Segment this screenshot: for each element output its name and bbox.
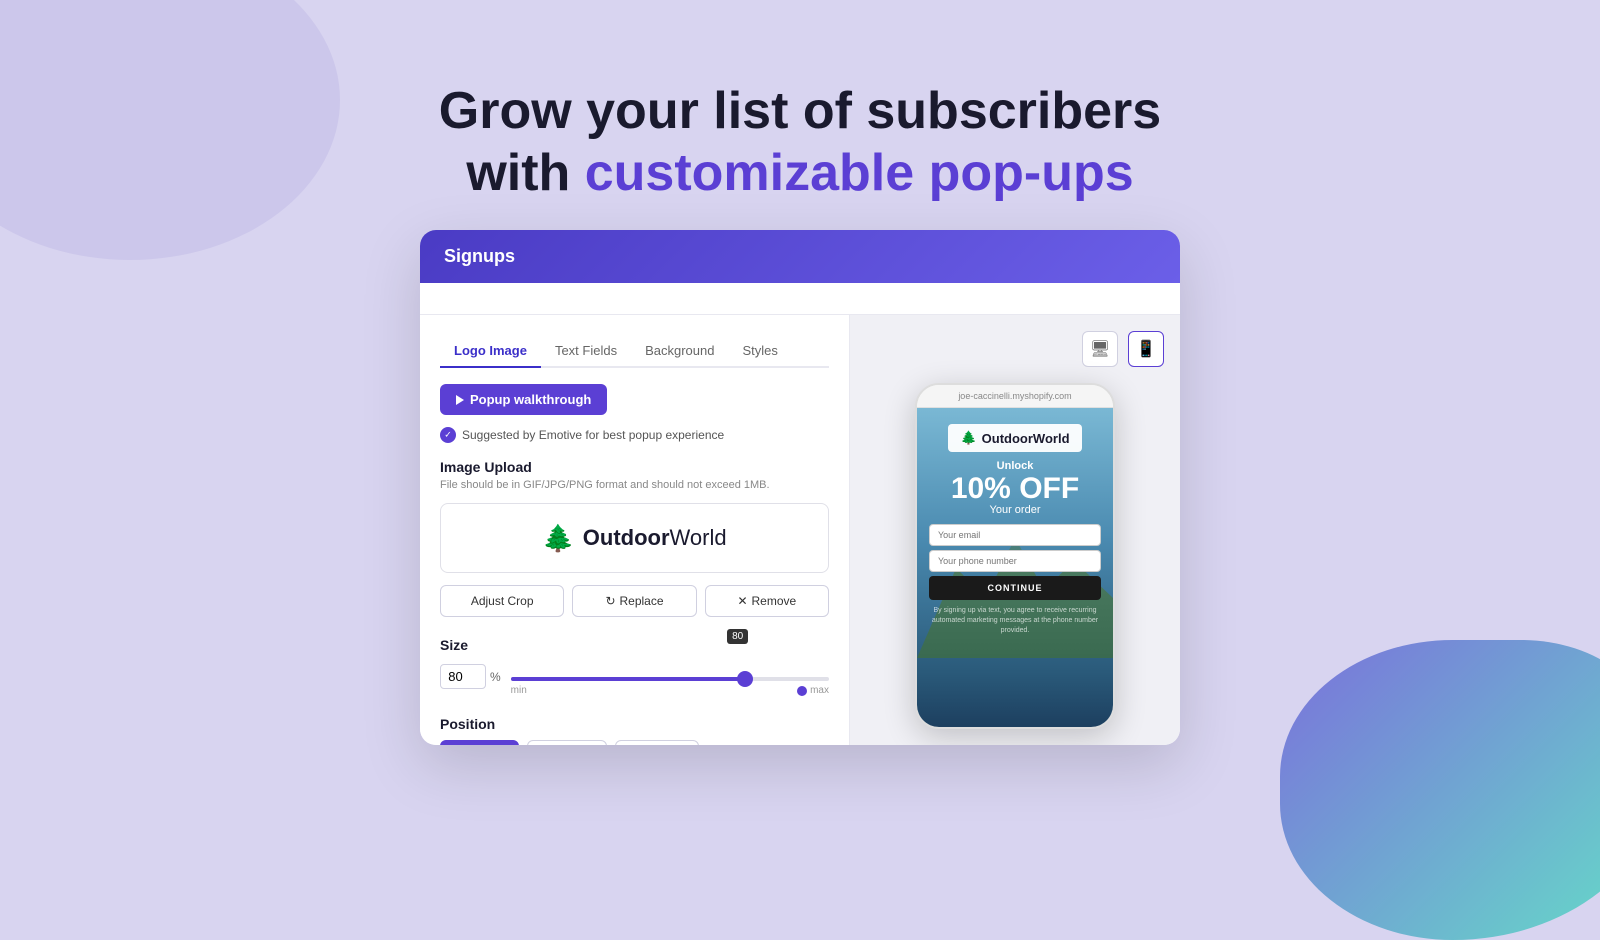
adjust-crop-button[interactable]: Adjust Crop xyxy=(440,585,564,617)
walkthrough-button-label: Popup walkthrough xyxy=(470,392,591,407)
walkthrough-button[interactable]: Popup walkthrough xyxy=(440,384,607,415)
phone-popup: 🌲 OutdoorWorld Unlock 10% OFF Your order… xyxy=(917,408,1113,729)
remove-button[interactable]: ✕ Remove xyxy=(705,585,829,617)
slider-thumb[interactable] xyxy=(737,671,753,687)
editor-layout: Logo Image Text Fields Background Styles… xyxy=(420,315,1180,745)
popup-your-order-text: Your order xyxy=(990,504,1041,516)
popup-fine-print: By signing up via text, you agree to rec… xyxy=(929,606,1101,635)
position-top-button[interactable]: ↻ Top xyxy=(440,740,519,745)
sub-bar xyxy=(420,283,1180,315)
popup-logo: 🌲 OutdoorWorld xyxy=(948,424,1081,452)
popup-phone-input[interactable] xyxy=(929,550,1101,572)
left-panel: Logo Image Text Fields Background Styles… xyxy=(420,315,850,745)
desktop-icon: 🖥 xyxy=(1090,339,1110,359)
size-section: Size % 80 xyxy=(440,637,829,696)
mobile-icon: 📱 xyxy=(1136,339,1156,359)
logo-preview: 🌲 OutdoorWorld xyxy=(440,503,829,573)
position-middle-button[interactable]: Middle xyxy=(527,740,607,745)
position-label: Position xyxy=(440,716,829,732)
slider-max-label: max xyxy=(797,685,829,696)
desktop-view-button[interactable]: 🖥 xyxy=(1082,331,1118,367)
tab-background[interactable]: Background xyxy=(631,335,728,368)
position-buttons: ↻ Top Middle Bottom xyxy=(440,740,829,745)
size-controls: % 80 min xyxy=(440,657,829,696)
slider-fill xyxy=(511,677,740,681)
hero-heading: Grow your list of subscribers with custo… xyxy=(0,80,1600,205)
remove-label: Remove xyxy=(752,594,797,608)
replace-button[interactable]: ↻ Replace xyxy=(572,585,696,617)
logo-brand-text: OutdoorWorld xyxy=(583,525,727,551)
right-panel: 🖥 📱 joe-caccinelli.myshopify.com 🌲 Outdo… xyxy=(850,315,1180,745)
remove-icon: ✕ xyxy=(737,594,747,608)
phone-popup-bg: 🌲 OutdoorWorld Unlock 10% OFF Your order… xyxy=(917,408,1113,729)
suggestion-text: Suggested by Emotive for best popup expe… xyxy=(462,428,724,442)
bg-blob-bottom-right xyxy=(1280,640,1600,940)
tab-text-fields[interactable]: Text Fields xyxy=(541,335,631,368)
tab-bar: Logo Image Text Fields Background Styles xyxy=(440,335,829,368)
action-buttons: Adjust Crop ↻ Replace ✕ Remove xyxy=(440,585,829,617)
popup-continue-button[interactable]: CONTINUE xyxy=(929,576,1101,600)
popup-email-input[interactable] xyxy=(929,524,1101,546)
slider-labels: min max xyxy=(511,685,829,696)
replace-label: Replace xyxy=(620,594,664,608)
popup-brand-name: OutdoorWorld xyxy=(982,431,1070,446)
popup-discount-text: 10% OFF xyxy=(951,474,1079,504)
size-unit: % xyxy=(490,670,501,684)
image-upload-label: Image Upload xyxy=(440,459,829,475)
signups-label: Signups xyxy=(444,246,515,266)
slider-wrap: 80 min max xyxy=(511,657,829,696)
size-input[interactable] xyxy=(440,664,486,689)
size-label: Size xyxy=(440,637,829,653)
position-bottom-button[interactable]: Bottom xyxy=(615,740,698,745)
slider-min-label: min xyxy=(511,685,527,696)
position-section: Position ↻ Top Middle Bottom xyxy=(440,716,829,745)
popup-form: CONTINUE xyxy=(929,524,1101,600)
tree-icon: 🌲 xyxy=(542,523,574,554)
logo-preview-content: 🌲 OutdoorWorld xyxy=(542,523,726,554)
mobile-view-button[interactable]: 📱 xyxy=(1128,331,1164,367)
adjust-crop-label: Adjust Crop xyxy=(471,594,534,608)
slider-value-bubble: 80 xyxy=(727,629,748,644)
max-icon xyxy=(797,686,807,696)
hero-line1: Grow your list of subscribers xyxy=(439,82,1161,140)
main-card: Signups Logo Image Text Fields Backgroun… xyxy=(420,230,1180,745)
replace-icon: ↻ xyxy=(605,594,615,608)
signups-bar: Signups xyxy=(420,230,1180,283)
size-input-wrap: % xyxy=(440,664,501,689)
emotive-check-icon xyxy=(440,427,456,443)
hero-line2-highlight: customizable pop-ups xyxy=(585,144,1134,202)
phone-mockup: joe-caccinelli.myshopify.com 🌲 OutdoorWo… xyxy=(915,383,1115,729)
phone-address-bar: joe-caccinelli.myshopify.com xyxy=(917,385,1113,408)
tab-logo-image[interactable]: Logo Image xyxy=(440,335,541,368)
suggestion-row: Suggested by Emotive for best popup expe… xyxy=(440,427,829,443)
hero-line2-plain: with xyxy=(466,144,584,202)
tab-styles[interactable]: Styles xyxy=(728,335,791,368)
popup-unlock-text: Unlock xyxy=(997,460,1034,472)
play-icon xyxy=(456,395,464,405)
image-upload-sublabel: File should be in GIF/JPG/PNG format and… xyxy=(440,479,829,491)
slider-track[interactable] xyxy=(511,677,829,681)
popup-tree-icon: 🌲 xyxy=(960,430,976,446)
device-toggle: 🖥 📱 xyxy=(1082,331,1164,367)
